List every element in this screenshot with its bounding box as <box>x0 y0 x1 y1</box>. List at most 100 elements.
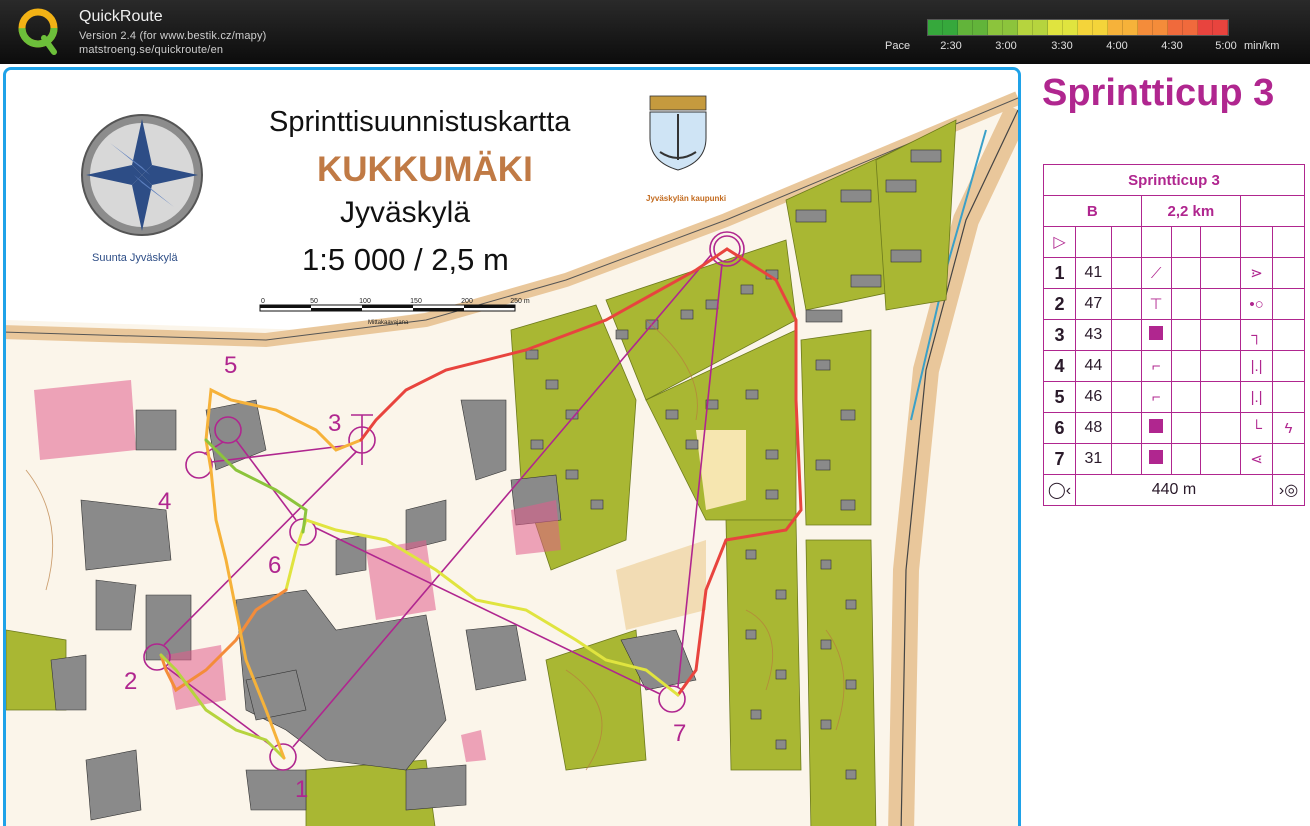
app-url: matstroeng.se/quickroute/en <box>79 44 224 56</box>
pace-gradient-cell <box>1138 20 1153 35</box>
start-triangle-icon: ▷ <box>1043 226 1076 258</box>
control-row: 4 44 ⌐ |.| <box>1043 350 1305 382</box>
control-row: 2 47 ⊤ •○ <box>1043 288 1305 320</box>
between-icon: |.| <box>1240 350 1274 382</box>
pace-tick: 3:00 <box>995 40 1017 52</box>
map-city: Jyväskylä <box>340 196 471 229</box>
control-label: 2 <box>124 668 138 695</box>
slope-icon: ⟋ <box>1140 257 1172 289</box>
control-label: 3 <box>328 410 342 437</box>
pace-gradient-cell <box>1033 20 1048 35</box>
club-name: Suunta Jyväskylä <box>92 252 178 264</box>
control-number: 6 <box>1043 412 1076 444</box>
control-row: 5 46 ⌐ |.| <box>1043 381 1305 413</box>
control-row: 7 31 ⋖ <box>1043 443 1305 475</box>
scale-bar <box>259 304 516 312</box>
pace-gradient-cell <box>1123 20 1138 35</box>
control-code: 43 <box>1074 319 1112 351</box>
pace-gradient-cell <box>973 20 988 35</box>
pace-gradient-cell <box>958 20 973 35</box>
town-crest-icon <box>649 95 707 171</box>
pace-gradient-cell <box>1108 20 1123 35</box>
control-label: 7 <box>673 720 687 747</box>
scale-bar-label: 50 <box>310 298 318 305</box>
course-heading: Sprintticup 3 <box>1042 72 1275 114</box>
pace-label: Pace <box>885 40 911 52</box>
quickroute-logo-icon <box>18 8 58 55</box>
control-label: 6 <box>268 552 282 579</box>
corner-icon: ┐ <box>1240 319 1274 351</box>
control-number: 1 <box>1043 257 1076 289</box>
control-row: 6 48 └ ϟ <box>1043 412 1305 444</box>
control-code: 47 <box>1074 288 1112 320</box>
town-name: Jyväskylän kaupunki <box>646 194 727 203</box>
control-code: 46 <box>1074 381 1112 413</box>
scale-bar-label: 100 <box>359 298 371 305</box>
pace-gradient-bar <box>927 19 1229 36</box>
control-description-table: Sprintticup 3 B 2,2 km ▷ 1 41 ⟋ ⋗ 2 47 ⊤… <box>1043 164 1305 506</box>
steps-icon: ⌐ <box>1140 381 1172 413</box>
control-code: 44 <box>1074 350 1112 382</box>
pace-gradient-cell <box>1063 20 1078 35</box>
control-number: 2 <box>1043 288 1076 320</box>
table-title: Sprintticup 3 <box>1043 164 1305 196</box>
app-header: QuickRoute Version 2.4 (for www.bestik.c… <box>0 0 1310 64</box>
pace-gradient-cell <box>1048 20 1063 35</box>
finish-start-icon: ◯‹ <box>1043 474 1076 506</box>
control-number: 3 <box>1043 319 1076 351</box>
finish-distance: 440 m <box>1074 474 1274 506</box>
pace-gradient-cell <box>1078 20 1093 35</box>
square-icon <box>1140 412 1172 444</box>
club-compass-logo <box>81 114 203 236</box>
control-number: 7 <box>1043 443 1076 475</box>
control-label: 5 <box>224 352 238 379</box>
side-icon: ⋗ <box>1240 257 1274 289</box>
pace-tick: 5:00 <box>1215 40 1237 52</box>
control-number: 5 <box>1043 381 1076 413</box>
control-label: 1 <box>295 776 309 803</box>
pace-gradient-cell <box>988 20 1003 35</box>
scale-bar-label: 200 <box>461 298 473 305</box>
scale-bar-label: 150 <box>410 298 422 305</box>
pace-gradient-cell <box>1198 20 1213 35</box>
map-title: Sprinttisuunnistuskartta <box>269 106 571 138</box>
angle-icon: ⋖ <box>1240 443 1274 475</box>
control-number: 4 <box>1043 350 1076 382</box>
map-name: KUKKUMÄKI <box>317 150 533 189</box>
control-row: 3 43 ┐ <box>1043 319 1305 351</box>
scale-bar-caption: Mittakaavajana <box>368 320 409 326</box>
control-label: 4 <box>158 488 172 515</box>
start-row: ▷ <box>1043 226 1305 258</box>
pace-legend: Pace 2:30 3:00 3:30 4:00 4:30 5:00 min/k… <box>880 18 1300 58</box>
control-row: 1 41 ⟋ ⋗ <box>1043 257 1305 289</box>
finish-row: ◯‹ 440 m ›◎ <box>1043 474 1305 506</box>
app-version: Version 2.4 (for www.bestik.cz/mapy) <box>79 30 267 42</box>
square-icon <box>1140 443 1172 475</box>
course-class: B <box>1043 195 1142 227</box>
steps-icon: ⌐ <box>1140 350 1172 382</box>
pace-gradient-cell <box>1213 20 1228 35</box>
between-icon: |.| <box>1240 381 1274 413</box>
finish-end-icon: ›◎ <box>1272 474 1305 506</box>
pace-tick: 4:30 <box>1161 40 1183 52</box>
pace-tick: 2:30 <box>940 40 962 52</box>
pace-gradient-cell <box>1003 20 1018 35</box>
pace-unit: min/km <box>1244 40 1280 52</box>
orienteering-map[interactable]: Sprinttisuunnistuskartta KUKKUMÄKI Jyväs… <box>3 67 1021 826</box>
pace-gradient-cell <box>928 20 943 35</box>
pace-tick: 4:00 <box>1106 40 1128 52</box>
scale-bar-label: 250 m <box>510 298 530 305</box>
bolt-icon: ϟ <box>1272 412 1305 444</box>
square-icon <box>1140 319 1172 351</box>
course-length: 2,2 km <box>1140 195 1242 227</box>
circle-side-icon: •○ <box>1240 288 1274 320</box>
control-code: 48 <box>1074 412 1112 444</box>
pace-gradient-cell <box>1183 20 1198 35</box>
map-scale: 1:5 000 / 2,5 m <box>302 242 509 277</box>
app-title: QuickRoute <box>79 8 163 25</box>
pace-gradient-cell <box>1168 20 1183 35</box>
corner-icon: └ <box>1240 412 1274 444</box>
pace-gradient-cell <box>943 20 958 35</box>
pace-tick: 3:30 <box>1051 40 1073 52</box>
scale-bar-label: 0 <box>261 298 265 305</box>
